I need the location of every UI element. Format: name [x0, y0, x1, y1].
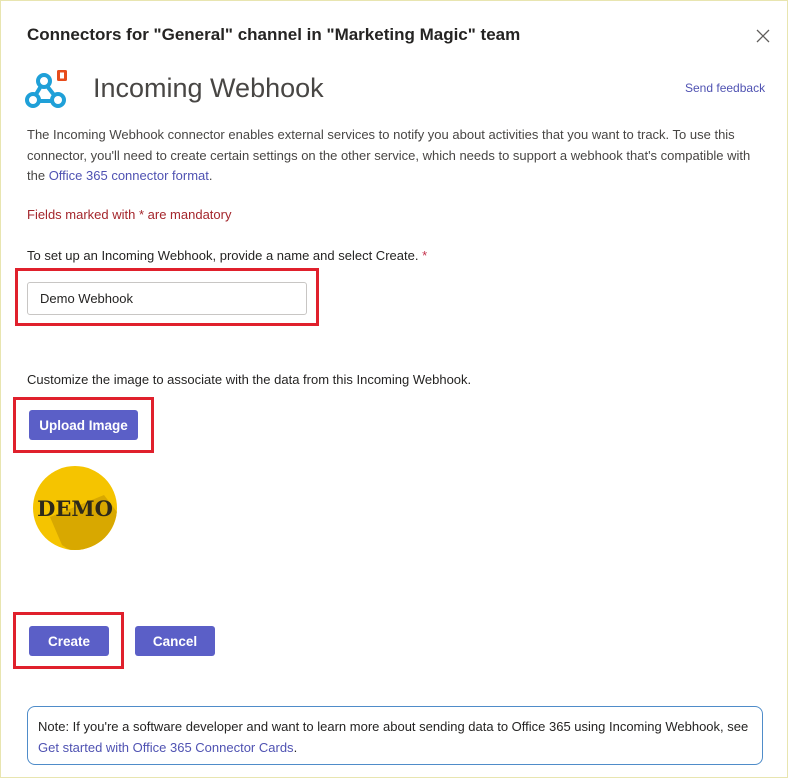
webhook-icon: [25, 68, 71, 112]
cancel-button[interactable]: Cancel: [135, 626, 215, 656]
mandatory-note: Fields marked with * are mandatory: [27, 207, 232, 222]
required-marker: *: [422, 248, 428, 263]
description-suffix: .: [208, 168, 213, 183]
close-icon[interactable]: [753, 26, 773, 46]
webhook-name-label-text: To set up an Incoming Webhook, provide a…: [27, 248, 419, 263]
create-button[interactable]: Create: [29, 626, 109, 656]
demo-image-preview: DEMO: [33, 466, 117, 550]
image-section-label: Customize the image to associate with th…: [27, 372, 472, 387]
connector-format-link[interactable]: Office 365 connector format: [49, 168, 209, 183]
note-suffix: .: [293, 739, 298, 755]
connector-dialog: Connectors for "General" channel in "Mar…: [0, 0, 788, 778]
webhook-name-label: To set up an Incoming Webhook, provide a…: [27, 248, 427, 263]
note-text: Note: If you're a software developer and…: [38, 719, 749, 734]
developer-note: Note: If you're a software developer and…: [27, 706, 763, 765]
connector-cards-link[interactable]: Get started with Office 365 Connector Ca…: [38, 740, 294, 755]
upload-image-button[interactable]: Upload Image: [29, 410, 138, 440]
dialog-title: Connectors for "General" channel in "Mar…: [27, 25, 521, 44]
connector-name: Incoming Webhook: [93, 73, 324, 103]
webhook-name-input[interactable]: [27, 282, 307, 315]
send-feedback-link[interactable]: Send feedback: [685, 81, 765, 95]
connector-description: The Incoming Webhook connector enables e…: [27, 125, 767, 187]
demo-image-text: DEMO: [37, 496, 113, 521]
